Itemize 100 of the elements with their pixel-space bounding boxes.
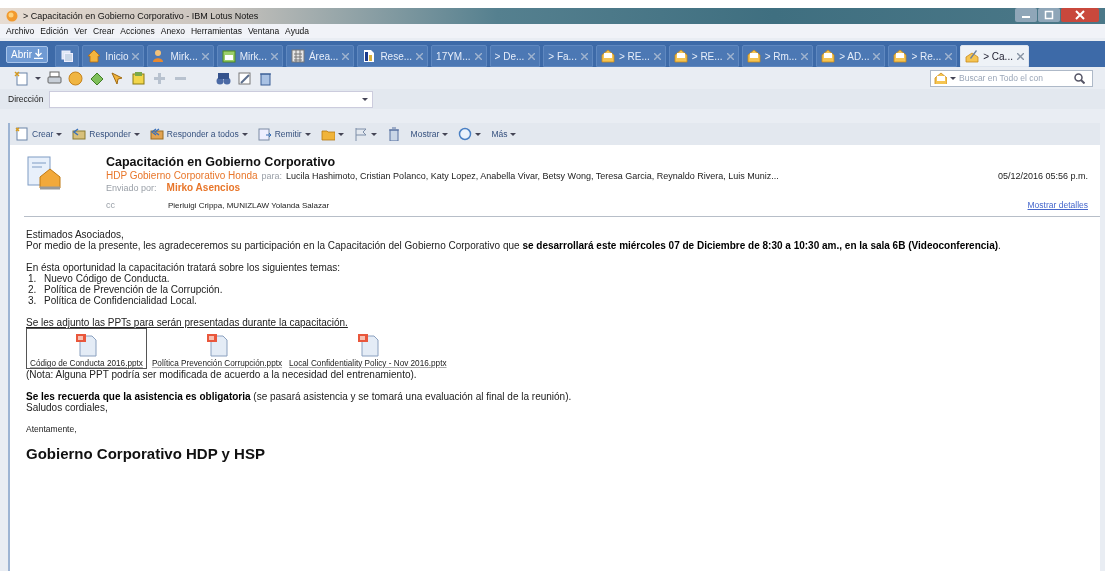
list-number: 2.	[28, 284, 37, 295]
attachment[interactable]: Código de Conducta 2016.pptx	[26, 328, 147, 369]
caret-icon[interactable]	[35, 76, 41, 80]
dropdown-caret-icon[interactable]	[362, 97, 369, 101]
pointer-icon[interactable]	[110, 70, 125, 86]
tab[interactable]: Mirk...	[216, 45, 283, 67]
search-input[interactable]: Buscar en Todo el con	[959, 73, 1071, 83]
close-icon[interactable]	[580, 52, 588, 60]
action-button[interactable]: Responder a todos	[148, 127, 249, 141]
close-icon[interactable]	[801, 52, 809, 60]
action-button[interactable]: Crear	[14, 127, 64, 141]
search-field[interactable]: Buscar en Todo el con	[930, 69, 1093, 87]
close-icon[interactable]	[945, 52, 953, 60]
envelope-icon	[746, 49, 761, 63]
close-icon[interactable]	[342, 52, 350, 60]
menu-item[interactable]: Anexo	[160, 26, 185, 36]
menu-item[interactable]: Ayuda	[285, 26, 310, 36]
close-icon[interactable]	[201, 52, 209, 60]
menu-item[interactable]: Acciones	[120, 26, 155, 36]
tab[interactable]: Inicio	[82, 45, 145, 67]
tab[interactable]: Rese...	[357, 45, 429, 67]
action-button[interactable]: Más	[490, 129, 518, 139]
action-button[interactable]: Remitir	[256, 127, 312, 141]
tab[interactable]: > AD...	[816, 45, 886, 67]
tab[interactable]: > Rm...	[741, 45, 814, 67]
close-icon[interactable]	[1016, 52, 1024, 60]
tab[interactable]: > Fa...	[543, 45, 593, 67]
attachment[interactable]: Política Prevención Corrupción.pptx	[149, 328, 285, 369]
menu-item[interactable]: Crear	[93, 26, 115, 36]
sign-off-text: Atentamente,	[26, 424, 78, 434]
folder-icon	[320, 127, 335, 141]
presentation-file-icon	[75, 333, 98, 357]
menu-item[interactable]: Herramientas	[190, 26, 242, 36]
to-label: para:	[261, 171, 283, 181]
close-button[interactable]	[1061, 8, 1099, 22]
new-document-icon[interactable]	[14, 70, 29, 86]
notepad-icon[interactable]	[131, 70, 146, 86]
action-button[interactable]: Mostrar	[409, 129, 450, 139]
recipient-list: Lucila Hashimoto, Cristian Polanco, Katy Lopez, Anabella Vivar, Betsy Wong, Teresa Garcia, Reynaldo Rivera, Luis Muniz...	[286, 171, 994, 181]
tab[interactable]: > RE...	[668, 45, 739, 67]
envelope-icon	[893, 49, 908, 63]
house-icon	[87, 49, 102, 63]
edit-page-icon[interactable]	[237, 70, 252, 86]
menu-item[interactable]: Ver	[74, 26, 87, 36]
pen-envelope-icon	[965, 49, 980, 63]
close-icon[interactable]	[653, 52, 661, 60]
intro-paragraph: Por medio de la presente, les agradeceremos su participación en la Capacitación del Gobierno Corporativo que se desarrollará este miércoles 07 de Diciembre de 8:30 a 10:30 am., en la sala 6B (Videoconferencia).	[26, 240, 1002, 251]
presentation-file-icon	[205, 333, 228, 357]
tab[interactable]: Mirk...	[147, 45, 214, 67]
plus-icon[interactable]	[152, 70, 167, 86]
tab[interactable]: > RE...	[595, 45, 666, 67]
note-text: (Nota: Alguna PPT podría ser modificada de acuerdo a la necesidad del entrenamiento).	[26, 369, 418, 380]
maximize-button[interactable]	[1038, 8, 1060, 22]
tab[interactable]: > Re...	[888, 45, 958, 67]
close-icon[interactable]	[270, 52, 278, 60]
closing-text: Saludos cordiales,	[26, 402, 109, 413]
download-icon	[34, 49, 44, 59]
signature-text: Gobierno Corporativo HDP y HSP	[26, 445, 266, 462]
topics-intro-text: En ésta oportunidad la capacitación tratará sobre los siguientes temas:	[26, 262, 342, 273]
address-label: Dirección	[8, 94, 44, 104]
menu-item[interactable]: Archivo	[6, 26, 35, 36]
binoculars-icon[interactable]	[216, 70, 231, 86]
window-tab[interactable]	[55, 45, 80, 67]
forward-icon	[257, 127, 272, 141]
message-icon	[26, 155, 64, 193]
window-title: > Capacitación en Gobierno Corporativo - IBM Lotus Notes	[23, 11, 260, 21]
minimize-button[interactable]	[1015, 8, 1037, 22]
address-field[interactable]	[49, 90, 374, 108]
envelope-icon	[673, 49, 688, 63]
cc-list: Pierluigi Crippa, MUNIZLAW Yolanda Salazar	[168, 201, 1024, 210]
action-button[interactable]: Responder	[71, 127, 141, 141]
flag-icon	[353, 127, 368, 141]
caret-icon[interactable]	[950, 76, 956, 80]
folder-button[interactable]	[319, 127, 345, 141]
search-icon[interactable]	[1074, 72, 1085, 84]
message-subject: Capacitación en Gobierno Corporativo	[106, 155, 337, 169]
flag-button[interactable]	[352, 127, 378, 141]
envelope-icon	[821, 49, 836, 63]
close-icon[interactable]	[726, 52, 734, 60]
document-icon	[362, 49, 377, 63]
tab[interactable]: > Ca...	[960, 45, 1029, 67]
details-link[interactable]: Mostrar detalles	[1027, 200, 1088, 210]
close-icon[interactable]	[132, 52, 140, 60]
menu-item[interactable]: Ventana	[247, 26, 280, 36]
calendar-icon	[221, 49, 236, 63]
bin-icon[interactable]	[258, 70, 273, 86]
menu-item[interactable]: Edición	[40, 26, 69, 36]
attachment[interactable]: Local Confidentiality Policy - Nov 2016.pptx	[287, 328, 449, 369]
app-logo-icon	[6, 10, 18, 22]
tab[interactable]: > De...	[489, 45, 541, 67]
close-icon[interactable]	[416, 52, 424, 60]
close-icon[interactable]	[528, 52, 536, 60]
tab[interactable]: Área...	[285, 45, 355, 67]
list-number: 3.	[28, 295, 37, 306]
close-icon[interactable]	[873, 52, 881, 60]
grid-icon	[290, 49, 305, 63]
tab[interactable]: 17YM...	[431, 45, 487, 67]
close-icon[interactable]	[474, 52, 482, 60]
printer-icon[interactable]	[47, 70, 62, 86]
list-item-text: Política de Confidencialidad Local.	[44, 295, 197, 306]
